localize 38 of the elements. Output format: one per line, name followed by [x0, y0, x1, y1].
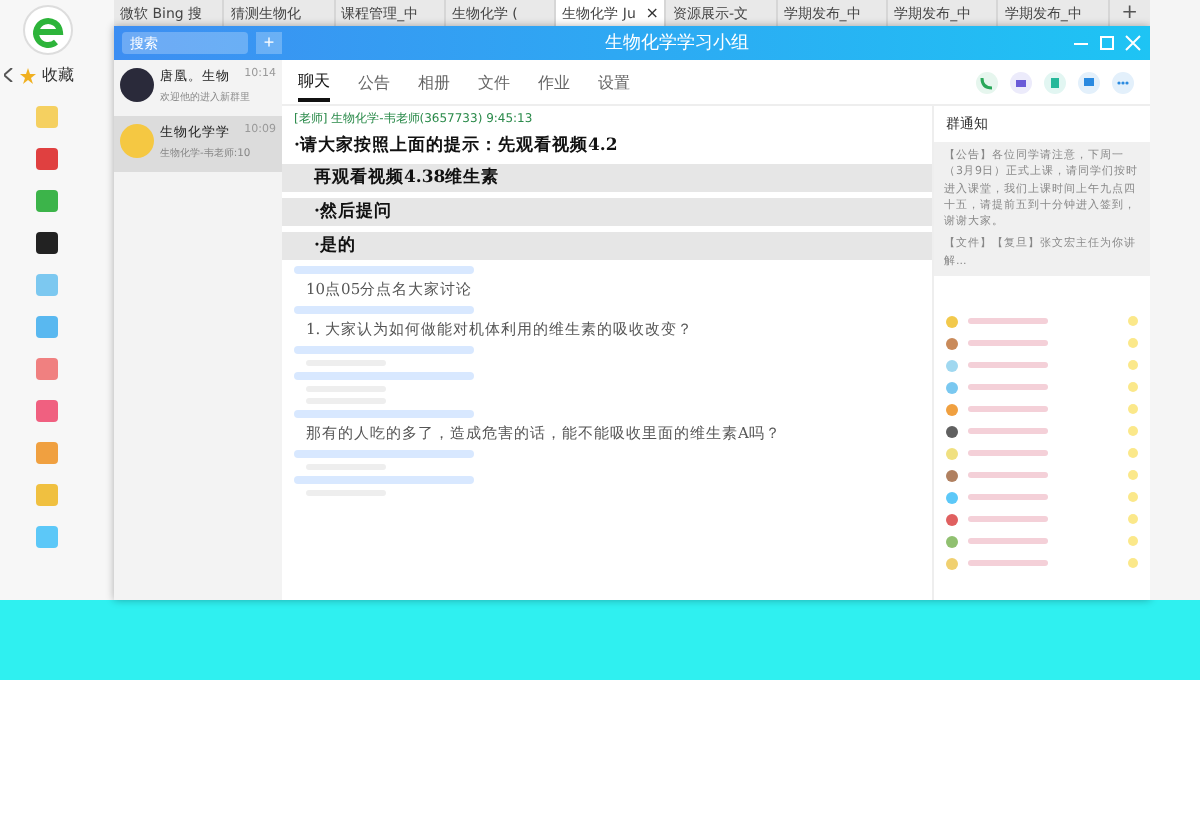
new-tab-button[interactable]: + — [1109, 0, 1151, 26]
chat-tab[interactable]: 聊天 — [298, 63, 330, 101]
video-icon[interactable] — [1010, 71, 1032, 93]
faded-member-name — [968, 406, 1048, 413]
more-icon[interactable] — [1112, 71, 1134, 93]
message-text: ·是的 — [282, 232, 932, 260]
faded-member-name — [968, 384, 1048, 391]
chat-tab[interactable]: 文件 — [478, 65, 510, 99]
faded-member-name — [968, 560, 1048, 567]
message-icon[interactable] — [1078, 71, 1100, 93]
faded-member-name — [968, 516, 1048, 523]
faded-member-name — [968, 450, 1048, 457]
file-icon[interactable] — [1044, 71, 1066, 93]
window-title: 生物化学学习小组 — [603, 31, 751, 56]
chat-tab[interactable]: 作业 — [538, 65, 570, 99]
message-text: ·请大家按照上面的提示：先观看视频4.2 — [294, 134, 620, 158]
chat-tab[interactable]: 公告 — [358, 65, 390, 99]
close-tab-icon[interactable]: × — [645, 4, 659, 22]
maximize-icon[interactable] — [1098, 34, 1116, 52]
back-icon[interactable] — [4, 68, 14, 82]
chat-tab[interactable]: 相册 — [418, 65, 450, 99]
message-text: ·然后提问 — [282, 198, 932, 226]
faded-member-name — [968, 340, 1048, 347]
phone-icon[interactable] — [976, 71, 998, 93]
faded-member-name — [968, 494, 1048, 501]
close-icon[interactable] — [1124, 34, 1142, 52]
faded-member-name — [968, 538, 1048, 545]
sidebar-app-icon[interactable] — [36, 232, 58, 254]
faded-member-name — [968, 472, 1048, 479]
faded-member-name — [968, 428, 1048, 435]
chat-tab[interactable]: 设置 — [598, 65, 630, 99]
avatar-icon — [120, 124, 154, 158]
faded-member-name — [968, 318, 1048, 325]
message-text: 再观看视频4.38维生素 — [282, 164, 932, 192]
favorites-button[interactable]: 收藏 — [42, 64, 74, 86]
faded-member-name — [968, 362, 1048, 369]
star-icon — [20, 67, 36, 83]
avatar-icon — [120, 68, 154, 102]
